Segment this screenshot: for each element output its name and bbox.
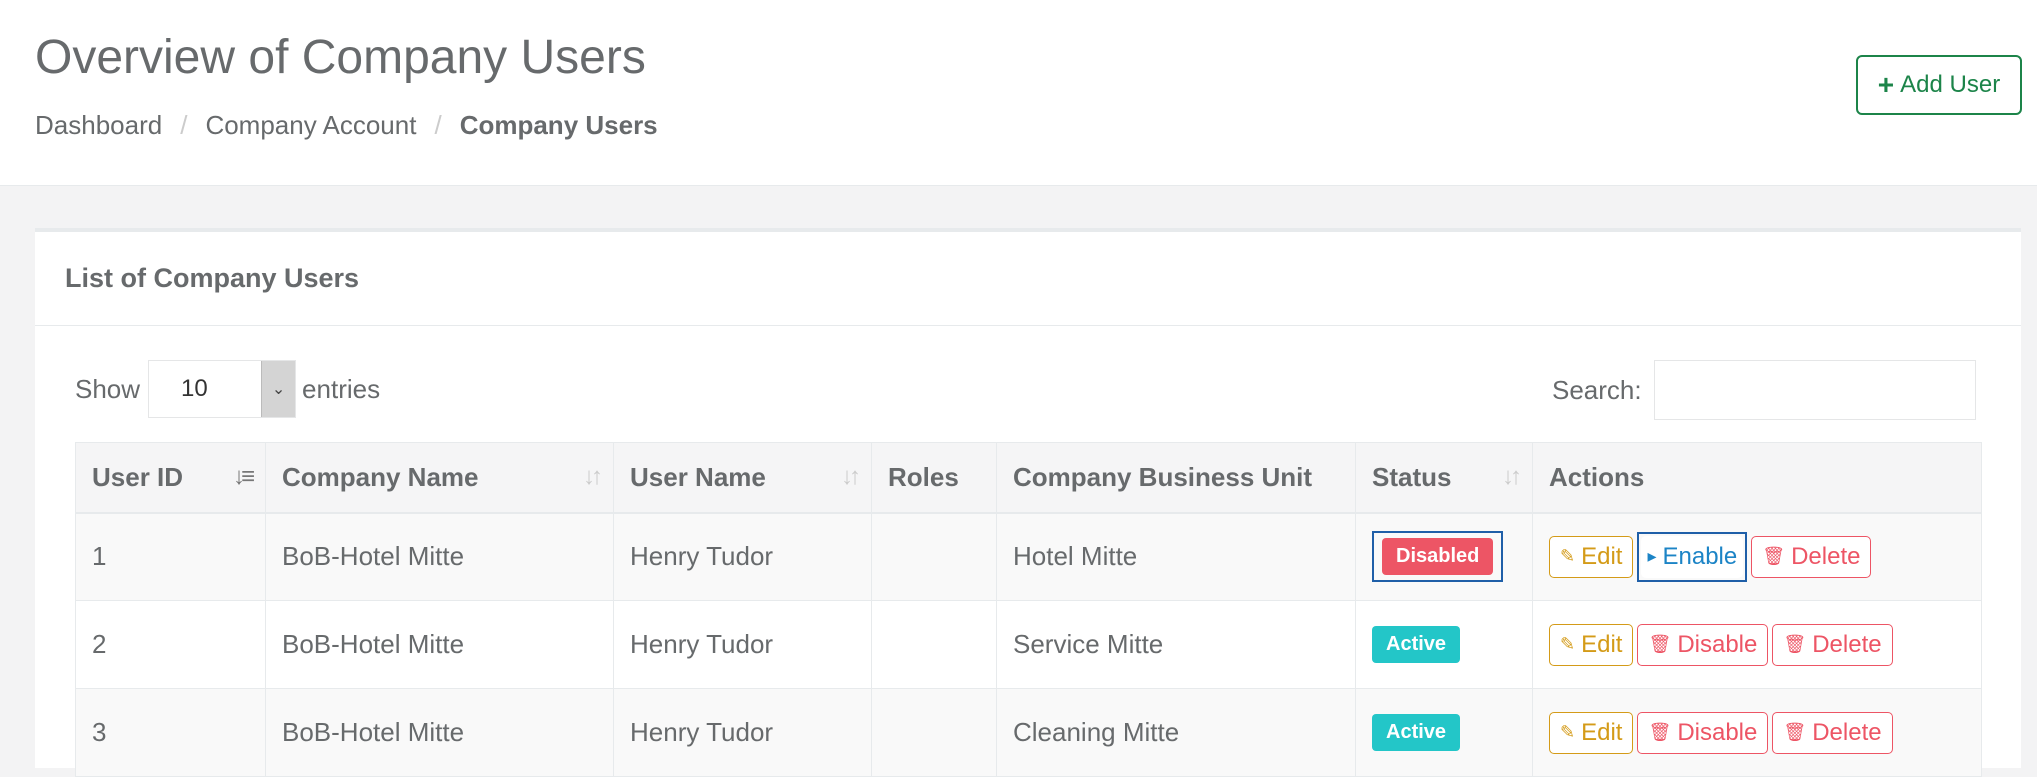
sort-icon[interactable]: ↓↑: [1502, 463, 1522, 491]
add-user-button[interactable]: + Add User: [1856, 55, 2022, 115]
cell-user-name: Henry Tudor: [613, 688, 872, 777]
entries-value: 10: [181, 375, 208, 402]
delete-label: Delete: [1812, 630, 1882, 658]
cell-user-id: 2: [75, 600, 266, 689]
delete-button[interactable]: 🗑 Delete: [1772, 711, 1893, 754]
caret-right-icon: ▸: [1647, 546, 1657, 567]
panel-title: List of Company Users: [35, 232, 2021, 326]
users-table: User ID ↓≡ Company Name ↓↑ User Name ↓↑ Rol…: [75, 442, 1982, 777]
cell-business-unit: Hotel Mitte: [996, 512, 1356, 601]
edit-label: Edit: [1581, 718, 1623, 746]
cell-roles: [871, 512, 997, 601]
show-label: Show: [75, 373, 141, 404]
page-title: Overview of Company Users: [35, 31, 646, 84]
cell-company-name: BoB-Hotel Mitte: [265, 688, 614, 777]
status-badge: Active: [1372, 626, 1461, 663]
table-row: 1 BoB-Hotel Mitte Henry Tudor Hotel Mitt…: [75, 512, 1982, 601]
cell-actions: ✎ Edit 🗑 Disable 🗑 Delete: [1532, 600, 1982, 689]
delete-label: Delete: [1812, 718, 1882, 746]
cell-roles: [871, 688, 997, 777]
column-label: Status: [1372, 461, 1452, 492]
sort-icon[interactable]: ↓↑: [583, 463, 603, 491]
disable-button[interactable]: 🗑 Disable: [1637, 711, 1769, 754]
cell-user-id: 3: [75, 688, 266, 777]
edit-button[interactable]: ✎ Edit: [1549, 711, 1634, 754]
delete-button[interactable]: 🗑 Delete: [1772, 623, 1893, 666]
entries-label: entries: [302, 373, 381, 404]
sort-asc-icon[interactable]: ↓≡: [233, 463, 255, 491]
search-input[interactable]: [1653, 360, 1976, 420]
cell-roles: [871, 600, 997, 689]
status-highlight: Disabled: [1372, 531, 1504, 583]
page-header: Overview of Company Users Dashboard / Co…: [0, 0, 2037, 186]
disable-button[interactable]: 🗑 Disable: [1637, 623, 1769, 666]
column-header-user-name[interactable]: User Name ↓↑: [613, 442, 872, 514]
cell-company-name: BoB-Hotel Mitte: [265, 600, 614, 689]
cell-user-name: Henry Tudor: [613, 600, 872, 689]
entries-select[interactable]: 10 ⌄: [148, 360, 297, 418]
cell-company-name: BoB-Hotel Mitte: [265, 512, 614, 601]
column-label: Actions: [1549, 461, 1645, 492]
users-panel: List of Company Users Show 10 ⌄ entries …: [35, 228, 2021, 777]
cell-business-unit: Cleaning Mitte: [996, 688, 1356, 777]
cell-status: Active: [1355, 600, 1533, 689]
cell-actions: ✎ Edit 🗑 Disable 🗑 Delete: [1532, 688, 1982, 777]
table-row: 3 BoB-Hotel Mitte Henry Tudor Cleaning M…: [75, 688, 1982, 777]
cell-user-name: Henry Tudor: [613, 512, 872, 601]
cell-business-unit: Service Mitte: [996, 600, 1356, 689]
table-header-row: User ID ↓≡ Company Name ↓↑ User Name ↓↑ Rol…: [75, 442, 1982, 514]
column-label: Company Business Unit: [1013, 461, 1313, 492]
trash-icon: 🗑: [1783, 722, 1807, 742]
column-label: User Name: [630, 461, 766, 492]
breadcrumb-company-users: Company Users: [459, 110, 658, 140]
trash-icon: 🗑: [1783, 634, 1807, 654]
cell-status: Disabled: [1355, 512, 1533, 601]
table-row: 2 BoB-Hotel Mitte Henry Tudor Service Mi…: [75, 600, 1982, 689]
sort-icon[interactable]: ↓↑: [841, 463, 861, 491]
column-header-actions: Actions: [1532, 442, 1982, 514]
edit-icon: ✎: [1560, 722, 1576, 742]
column-header-status[interactable]: Status ↓↑: [1355, 442, 1533, 514]
add-user-label: Add User: [1900, 71, 2001, 98]
trash-icon: 🗑: [1648, 722, 1672, 742]
cell-user-id: 1: [75, 512, 266, 601]
enable-label: Enable: [1662, 542, 1738, 570]
column-label: Company Name: [282, 461, 479, 492]
cell-status: Active: [1355, 688, 1533, 777]
column-header-roles: Roles: [871, 442, 997, 514]
search-label: Search:: [1552, 374, 1642, 405]
edit-button[interactable]: ✎ Edit: [1549, 535, 1634, 578]
breadcrumb-separator: /: [434, 110, 442, 140]
edit-icon: ✎: [1560, 546, 1576, 567]
trash-icon: 🗑: [1762, 546, 1786, 567]
chevron-down-icon[interactable]: ⌄: [261, 361, 296, 417]
plus-icon: +: [1877, 69, 1895, 100]
enable-highlight: ▸ Enable: [1637, 531, 1748, 582]
page-length-control: Show 10 ⌄ entries: [75, 360, 380, 418]
breadcrumb-dashboard[interactable]: Dashboard: [35, 110, 162, 141]
column-header-user-id[interactable]: User ID ↓≡: [75, 442, 266, 514]
status-badge: Active: [1372, 714, 1461, 751]
column-header-business-unit: Company Business Unit: [996, 442, 1356, 514]
edit-icon: ✎: [1560, 634, 1576, 654]
column-label: Roles: [888, 461, 959, 492]
column-header-company-name[interactable]: Company Name ↓↑: [265, 442, 614, 514]
edit-label: Edit: [1581, 542, 1623, 570]
enable-button[interactable]: ▸ Enable: [1641, 535, 1744, 578]
search-control: Search:: [1552, 360, 1976, 420]
trash-icon: 🗑: [1648, 634, 1672, 654]
delete-button[interactable]: 🗑 Delete: [1751, 535, 1872, 578]
cell-actions: ✎ Edit ▸ Enable 🗑 Delete: [1532, 512, 1982, 601]
breadcrumb: Dashboard / Company Account / Company Us…: [35, 110, 658, 141]
breadcrumb-company-account[interactable]: Company Account: [205, 110, 416, 141]
breadcrumb-separator: /: [180, 110, 188, 140]
column-label: User ID: [92, 461, 184, 492]
disable-label: Disable: [1677, 718, 1758, 746]
disable-label: Disable: [1677, 630, 1758, 658]
delete-label: Delete: [1791, 542, 1861, 570]
status-badge: Disabled: [1382, 538, 1494, 576]
edit-label: Edit: [1581, 630, 1623, 658]
edit-button[interactable]: ✎ Edit: [1549, 623, 1634, 666]
